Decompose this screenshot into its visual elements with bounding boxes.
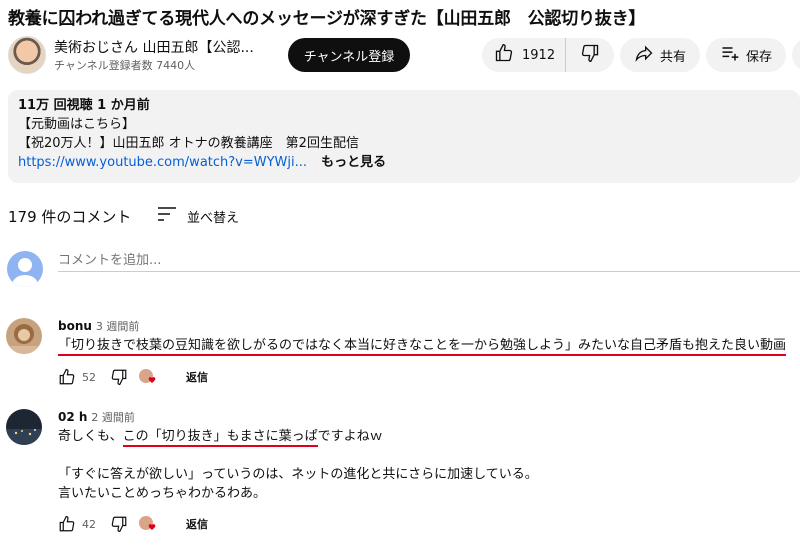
creator-heart-icon: [138, 515, 158, 533]
thumbs-down-icon: [580, 43, 600, 67]
comment-text-underlined: 「切り抜きで枝葉の豆知識を欲しがるのではなく本当に好きなことを一から勉強しよう」…: [58, 338, 787, 356]
description-box[interactable]: 11万 回視聴 1 か月前 【元動画はこちら】 【祝20万人！】山田五郎 オトナ…: [8, 90, 800, 183]
sort-icon: [157, 206, 177, 226]
thumbs-up-icon[interactable]: [58, 368, 76, 386]
like-dislike-group: 1912: [482, 38, 614, 72]
comment-actions: 52 返信: [58, 368, 208, 386]
like-button[interactable]: 1912: [482, 38, 566, 72]
video-title: 教養に囚われ過ぎてる現代人へのメッセージが深すぎた【山田五郎 公認切り抜き】: [8, 9, 646, 29]
add-comment-input[interactable]: [58, 250, 800, 272]
thumbs-down-icon[interactable]: [110, 515, 128, 533]
reply-button[interactable]: 返信: [186, 516, 208, 532]
comment-like-count: 52: [82, 370, 96, 384]
comment-author[interactable]: bonu 3 週間前: [58, 318, 139, 334]
comment-like-count: 42: [82, 517, 96, 531]
sort-button[interactable]: 並べ替え: [157, 206, 239, 226]
channel-avatar[interactable]: [8, 36, 46, 74]
subscriber-count: チャンネル登録者数 7440人: [54, 59, 196, 72]
save-label: 保存: [745, 49, 772, 65]
channel-name[interactable]: 美術おじさん 山田五郎【公認...: [54, 37, 254, 57]
comment-text: 「切り抜きで枝葉の豆知識を欲しがるのではなく本当に好きなことを一から勉強しよう」…: [58, 336, 787, 356]
subscribe-button[interactable]: チャンネル登録: [288, 38, 410, 72]
like-count: 1912: [522, 47, 556, 63]
comment-time: 3 週間前: [95, 320, 140, 333]
sort-label: 並べ替え: [187, 210, 240, 226]
comment-actions: 42 返信: [58, 515, 208, 533]
comment-text: 奇しくも、この「切り抜き」もまさに葉っぱですよねｗ 「すぐに答えが欲しい」ってい…: [58, 429, 538, 501]
thumbs-up-icon: [494, 43, 514, 67]
my-avatar: [7, 251, 43, 287]
view-count-date: 11万 回視聴 1 か月前: [18, 98, 150, 113]
thumbs-up-icon[interactable]: [58, 515, 76, 533]
playlist-add-icon: [720, 43, 740, 67]
show-more-button[interactable]: もっと見る: [321, 155, 386, 170]
comment-item: bonu 3 週間前 「切り抜きで枝葉の豆知識を欲しがるのではなく本当に好きなこと…: [6, 318, 800, 390]
thumbs-down-icon[interactable]: [110, 368, 128, 386]
share-icon: [634, 43, 654, 67]
comment-author[interactable]: 02 h2 週間前: [58, 409, 135, 425]
description-line-1: 【元動画はこちら】: [18, 117, 136, 132]
reply-button[interactable]: 返信: [186, 369, 208, 385]
share-button[interactable]: 共有: [620, 38, 700, 72]
more-actions-button[interactable]: [792, 38, 800, 72]
dislike-button[interactable]: [566, 38, 614, 72]
commenter-avatar[interactable]: [6, 409, 42, 445]
comment-count: 179 件のコメント: [8, 207, 132, 226]
description-line-2: 【祝20万人！】山田五郎 オトナの教養講座 第2回生配信: [18, 136, 359, 151]
description-link[interactable]: https://www.youtube.com/watch?v=WYWji...: [18, 155, 307, 170]
creator-heart-icon: [138, 368, 158, 386]
comment-text-underlined: この「切り抜き」もまさに葉っぱ: [122, 429, 318, 447]
share-label: 共有: [659, 49, 686, 65]
commenter-avatar[interactable]: [6, 318, 42, 354]
comment-time: 2 週間前: [91, 411, 135, 424]
save-button[interactable]: 保存: [706, 38, 786, 72]
channel-row: 美術おじさん 山田五郎【公認... チャンネル登録者数 7440人 チャンネル登…: [8, 36, 800, 76]
comment-item: 02 h2 週間前 奇しくも、この「切り抜き」もまさに葉っぱですよねｗ 「すぐに…: [6, 409, 800, 539]
